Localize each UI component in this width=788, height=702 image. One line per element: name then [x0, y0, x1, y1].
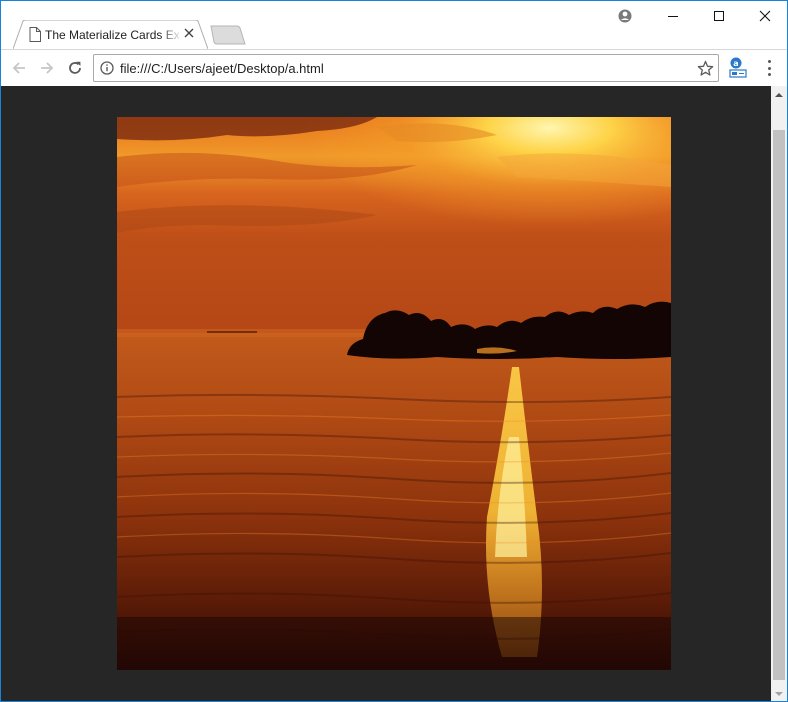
star-icon[interactable]	[697, 60, 714, 77]
info-icon[interactable]	[100, 61, 114, 75]
url-text[interactable]: file:///C:/Users/ajeet/Desktop/a.html	[120, 61, 324, 76]
close-icon	[184, 28, 194, 38]
window-close-button[interactable]	[742, 1, 787, 31]
browser-window: The Materialize Cards Example	[0, 0, 788, 702]
back-button[interactable]	[7, 56, 31, 80]
maximize-icon	[714, 11, 724, 21]
page-viewport	[1, 86, 771, 701]
browser-toolbar: file:///C:/Users/ajeet/Desktop/a.html a	[1, 49, 787, 86]
kebab-menu-icon[interactable]	[761, 58, 777, 78]
reload-button[interactable]	[63, 56, 87, 80]
extension-icon[interactable]: a	[727, 56, 749, 80]
svg-text:a: a	[733, 59, 738, 68]
scroll-down-button[interactable]	[771, 685, 787, 701]
arrow-up-icon	[775, 92, 783, 97]
profile-button[interactable]	[613, 5, 637, 27]
sunset-photo	[117, 117, 671, 670]
arrow-down-icon	[775, 691, 783, 696]
tab-strip: The Materialize Cards Example	[1, 1, 787, 49]
back-arrow-icon	[12, 62, 25, 74]
minimize-icon	[668, 16, 678, 17]
forward-arrow-icon	[41, 62, 54, 74]
maximize-button[interactable]	[696, 1, 742, 31]
sunset-image	[117, 117, 671, 670]
scrollbar-thumb[interactable]	[773, 130, 785, 680]
vertical-scrollbar[interactable]	[771, 86, 787, 701]
new-tab-icon[interactable]	[209, 25, 247, 45]
scroll-up-button[interactable]	[771, 86, 787, 103]
reload-icon	[69, 61, 81, 74]
address-bar[interactable]: file:///C:/Users/ajeet/Desktop/a.html	[93, 54, 719, 82]
forward-button[interactable]	[35, 56, 59, 80]
page-icon	[29, 27, 41, 42]
close-icon	[759, 10, 771, 22]
tab-title-fade	[160, 24, 182, 44]
profile-icon	[618, 9, 632, 23]
tab-close-button[interactable]	[182, 26, 196, 40]
browser-tab[interactable]: The Materialize Cards Example	[13, 20, 208, 49]
minimize-button[interactable]	[650, 1, 696, 31]
